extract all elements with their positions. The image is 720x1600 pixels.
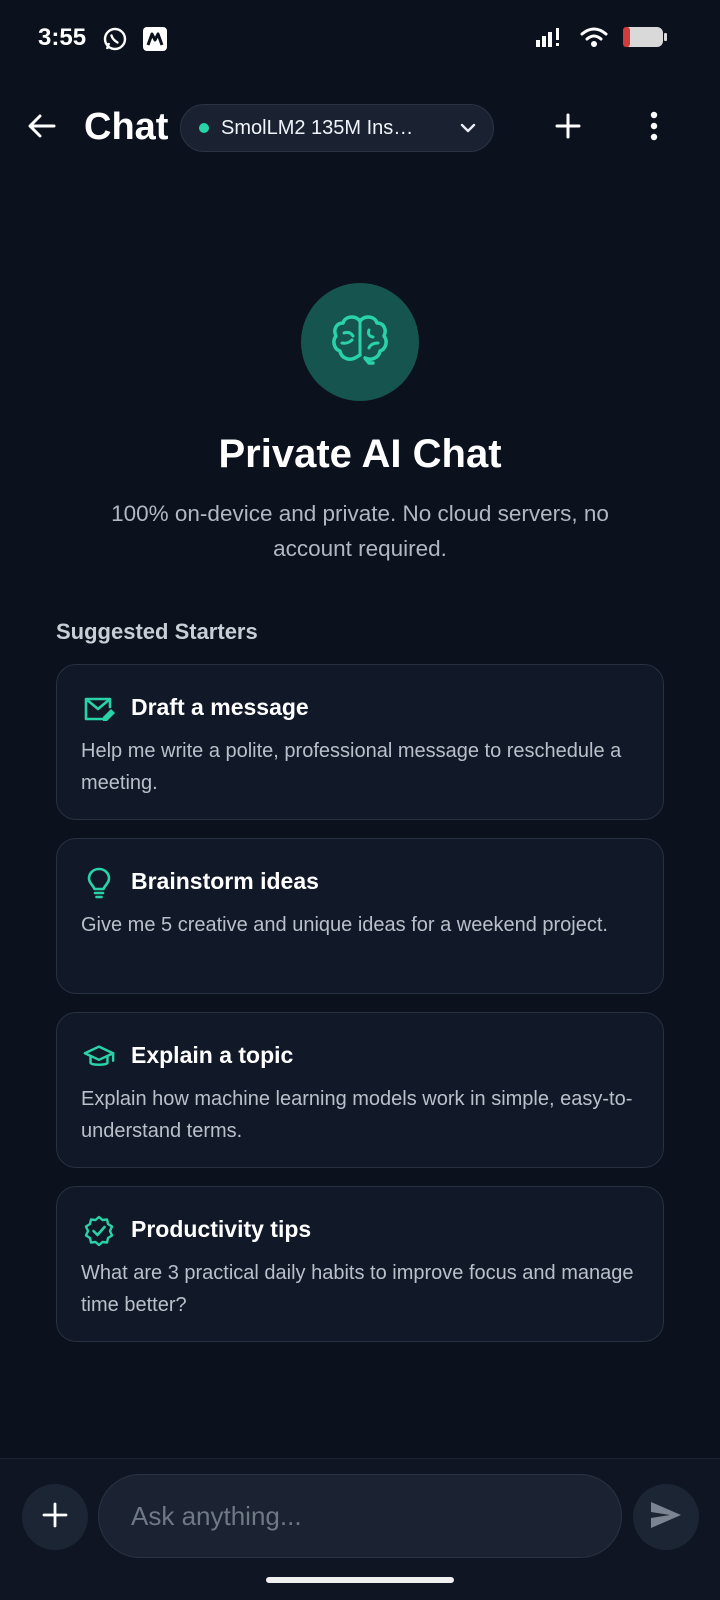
mail-edit-icon [83, 693, 115, 725]
home-indicator[interactable] [266, 1577, 454, 1583]
battery-icon [622, 26, 668, 53]
suggestion-card-explain-topic[interactable]: Explain a topic Explain how machine lear… [56, 1012, 664, 1168]
send-button[interactable] [633, 1484, 699, 1550]
suggestion-description: Explain how machine learning models work… [81, 1088, 633, 1142]
suggestion-title: Productivity tips [131, 1216, 312, 1242]
back-button[interactable] [22, 108, 62, 148]
lightbulb-icon [83, 867, 115, 899]
attach-button[interactable] [22, 1484, 88, 1550]
suggestion-description: What are 3 practical daily habits to imp… [81, 1262, 634, 1316]
suggested-starters-heading: Suggested Starters [56, 619, 258, 644]
status-right-icons [536, 26, 668, 53]
back-arrow-icon [26, 110, 58, 147]
model-selector[interactable]: SmolLM2 135M Ins… [180, 104, 494, 152]
more-options-button[interactable] [634, 108, 674, 148]
badge-check-icon [83, 1215, 115, 1247]
wifi-icon [580, 26, 608, 53]
hero-subtitle: 100% on-device and private. No cloud ser… [111, 501, 609, 561]
hero-title: Private AI Chat [218, 432, 502, 476]
suggestion-card-productivity-tips[interactable]: Productivity tips What are 3 practical d… [56, 1186, 664, 1342]
suggestion-description: Give me 5 creative and unique ideas for … [81, 914, 608, 936]
brain-icon [331, 313, 389, 372]
suggestion-card-draft-message[interactable]: Draft a message Help me write a polite, … [56, 664, 664, 820]
hero-avatar [301, 283, 419, 401]
header: Chat SmolLM2 135M Ins… [0, 90, 720, 170]
signal-icon [536, 27, 566, 52]
suggestion-title: Explain a topic [131, 1042, 294, 1068]
suggestion-card-brainstorm-ideas[interactable]: Brainstorm ideas Give me 5 creative and … [56, 838, 664, 994]
suggestion-title: Draft a message [131, 694, 309, 720]
plus-icon [554, 112, 582, 145]
page-title: Chat [84, 106, 169, 148]
model-status-dot [199, 123, 209, 133]
plus-icon [42, 1502, 68, 1533]
message-input[interactable] [131, 1500, 621, 1532]
send-icon [650, 1501, 682, 1534]
new-chat-button[interactable] [548, 108, 588, 148]
status-time: 3:55 [38, 24, 87, 51]
suggestion-title: Brainstorm ideas [131, 868, 319, 894]
app-notification-icon [142, 26, 168, 57]
status-left-icons [102, 26, 168, 57]
chat-screen: 3:55 Chat SmolLM2 135M Ins… Private AI C… [0, 0, 720, 1600]
graduation-cap-icon [83, 1041, 115, 1073]
status-bar: 3:55 [0, 0, 720, 80]
model-name: SmolLM2 135M Ins… [221, 116, 414, 139]
more-vertical-icon [649, 111, 659, 146]
suggestion-description: Help me write a polite, professional mes… [81, 740, 622, 794]
whatsapp-icon [102, 26, 128, 57]
chevron-down-icon [459, 122, 477, 134]
message-input-container[interactable] [98, 1474, 622, 1558]
